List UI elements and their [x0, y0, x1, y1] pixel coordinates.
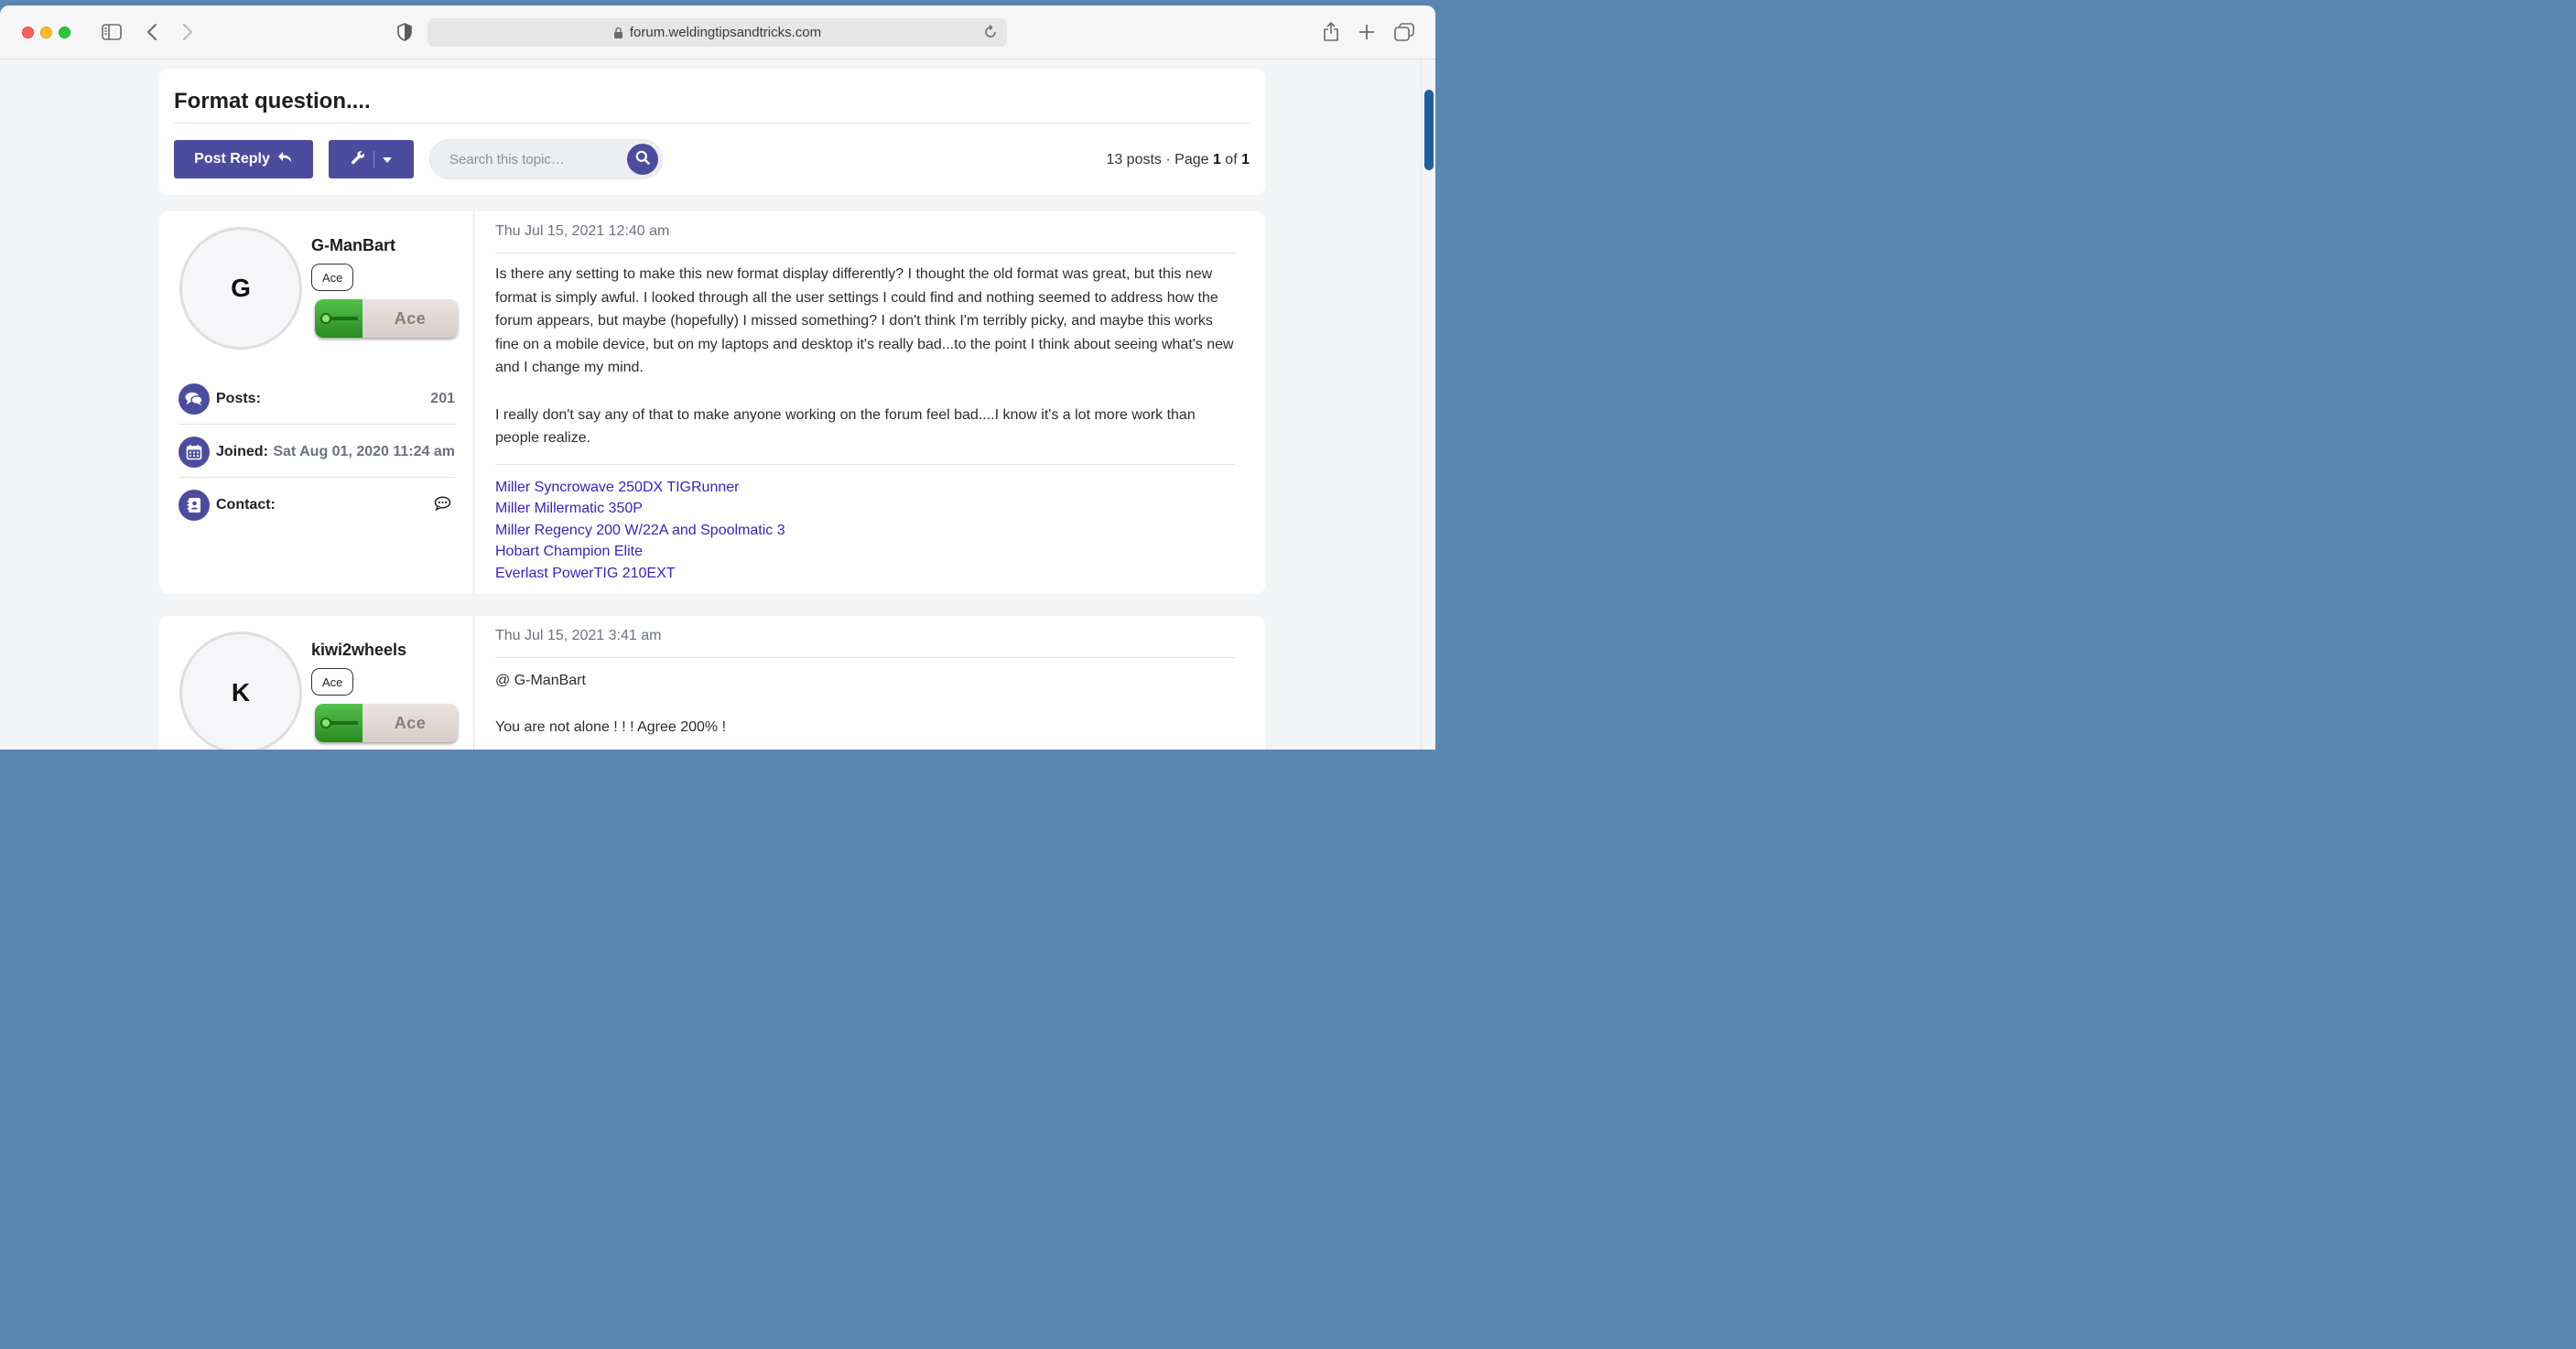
post-paragraph: @ G-ManBart [495, 673, 586, 688]
signature-link[interactable]: Miller Syncrowave 250DX TIGRunner [495, 477, 785, 498]
stat-contact-label: Contact: [216, 497, 276, 513]
zoom-window-button[interactable] [59, 27, 70, 38]
post: K kiwi2wheels Ace Ace Thu Jul 15, 2021 3… [159, 616, 1265, 750]
browser-window: forum.weldingtipsandtricks.com Format qu… [0, 5, 1435, 750]
tab-overview-icon[interactable] [1394, 21, 1414, 43]
calendar-icon [179, 436, 210, 468]
contact-card-icon [179, 490, 210, 521]
rank-image-label: Ace [394, 713, 427, 732]
new-tab-icon[interactable] [1358, 21, 1376, 43]
topic-title: Format question.... [174, 89, 371, 113]
search-icon [635, 150, 650, 169]
username[interactable]: G-ManBart [311, 236, 395, 255]
signature: Miller Syncrowave 250DX TIGRunner Miller… [495, 477, 785, 584]
topic-search-input[interactable] [430, 140, 613, 178]
wrench-icon [351, 150, 365, 169]
lock-icon [613, 27, 623, 39]
scrollbar-thumb[interactable] [1424, 90, 1434, 170]
reply-arrow-icon [277, 151, 293, 168]
rank-image: Ace [315, 704, 458, 742]
topic-tools-button[interactable] [329, 140, 414, 178]
post-paragraph: You are not alone ! ! ! Agree 200% ! [495, 719, 727, 736]
page-content: Format question.... Post Reply Search th… [0, 60, 1421, 750]
post-profile: K kiwi2wheels Ace Ace [159, 616, 474, 750]
post-date[interactable]: Thu Jul 15, 2021 12:40 am [495, 223, 669, 240]
search-button[interactable] [627, 144, 658, 175]
back-icon[interactable] [145, 21, 159, 43]
close-window-button[interactable] [22, 27, 34, 38]
total-pages: 1 [1241, 152, 1250, 167]
contact-message-icon[interactable] [434, 495, 451, 515]
pagination-info: 13 posts · Page 1 of 1 [1106, 152, 1250, 168]
topic-search-box [429, 139, 663, 179]
minimize-window-button[interactable] [40, 27, 52, 38]
post-paragraph: Is there any setting to make this new fo… [495, 266, 1234, 376]
stat-joined: Joined: Sat Aug 01, 2020 11:24 am [179, 426, 455, 478]
forward-icon[interactable] [180, 21, 195, 43]
avatar[interactable]: G [179, 227, 302, 350]
divider [495, 253, 1235, 254]
privacy-shield-icon[interactable] [395, 21, 414, 43]
post-reply-button[interactable]: Post Reply [174, 140, 313, 178]
stat-posts-label: Posts: [216, 390, 261, 406]
avatar[interactable]: K [179, 631, 302, 750]
stat-posts: Posts: 201 [179, 373, 455, 425]
pagination-sep: · Page [1161, 152, 1213, 167]
stat-joined-value: Sat Aug 01, 2020 11:24 am [273, 443, 455, 459]
post-count: 13 posts [1106, 152, 1162, 167]
rank-image-label: Ace [394, 308, 427, 328]
post: G G-ManBart Ace Ace Posts: 201 Joined: S… [159, 211, 1265, 594]
username[interactable]: kiwi2wheels [311, 641, 406, 660]
post-date[interactable]: Thu Jul 15, 2021 3:41 am [495, 628, 661, 644]
post-reply-label: Post Reply [194, 151, 270, 167]
signature-link[interactable]: Everlast PowerTIG 210EXT [495, 563, 785, 584]
signature-link[interactable]: Hobart Champion Elite [495, 541, 785, 562]
share-icon[interactable] [1322, 21, 1340, 43]
signature-link[interactable]: Miller Millermatic 350P [495, 498, 785, 519]
rank-badge: Ace [311, 264, 354, 291]
post-paragraph: I really don't say any of that to make a… [495, 406, 1196, 447]
caret-down-icon [383, 151, 392, 167]
stat-joined-label: Joined: [216, 443, 268, 459]
post-profile: G G-ManBart Ace Ace Posts: 201 Joined: S… [159, 211, 474, 594]
divider [495, 657, 1235, 658]
page-scrollbar[interactable] [1421, 60, 1435, 750]
rank-badge: Ace [311, 668, 354, 696]
post-content: Is there any setting to make this new fo… [495, 263, 1235, 450]
signature-divider [495, 464, 1235, 465]
reload-icon[interactable] [983, 24, 998, 43]
current-page: 1 [1212, 152, 1221, 167]
browser-toolbar: forum.weldingtipsandtricks.com [0, 5, 1435, 59]
post-content: @ G-ManBart You are not alone ! ! ! Agre… [495, 669, 1235, 739]
stat-posts-value[interactable]: 201 [430, 391, 455, 407]
stat-contact: Contact: [179, 480, 455, 531]
comments-icon [179, 383, 210, 415]
sidebar-toggle-icon[interactable] [101, 21, 123, 43]
divider [174, 123, 1250, 124]
pagination-of: of [1220, 152, 1242, 167]
topic-header-card: Format question.... Post Reply Search th… [159, 69, 1265, 195]
rank-image: Ace [315, 299, 458, 338]
address-bar[interactable]: forum.weldingtipsandtricks.com [428, 18, 1007, 47]
url-text: forum.weldingtipsandtricks.com [629, 25, 822, 40]
signature-link[interactable]: Miller Regency 200 W/22A and Spoolmatic … [495, 520, 785, 541]
